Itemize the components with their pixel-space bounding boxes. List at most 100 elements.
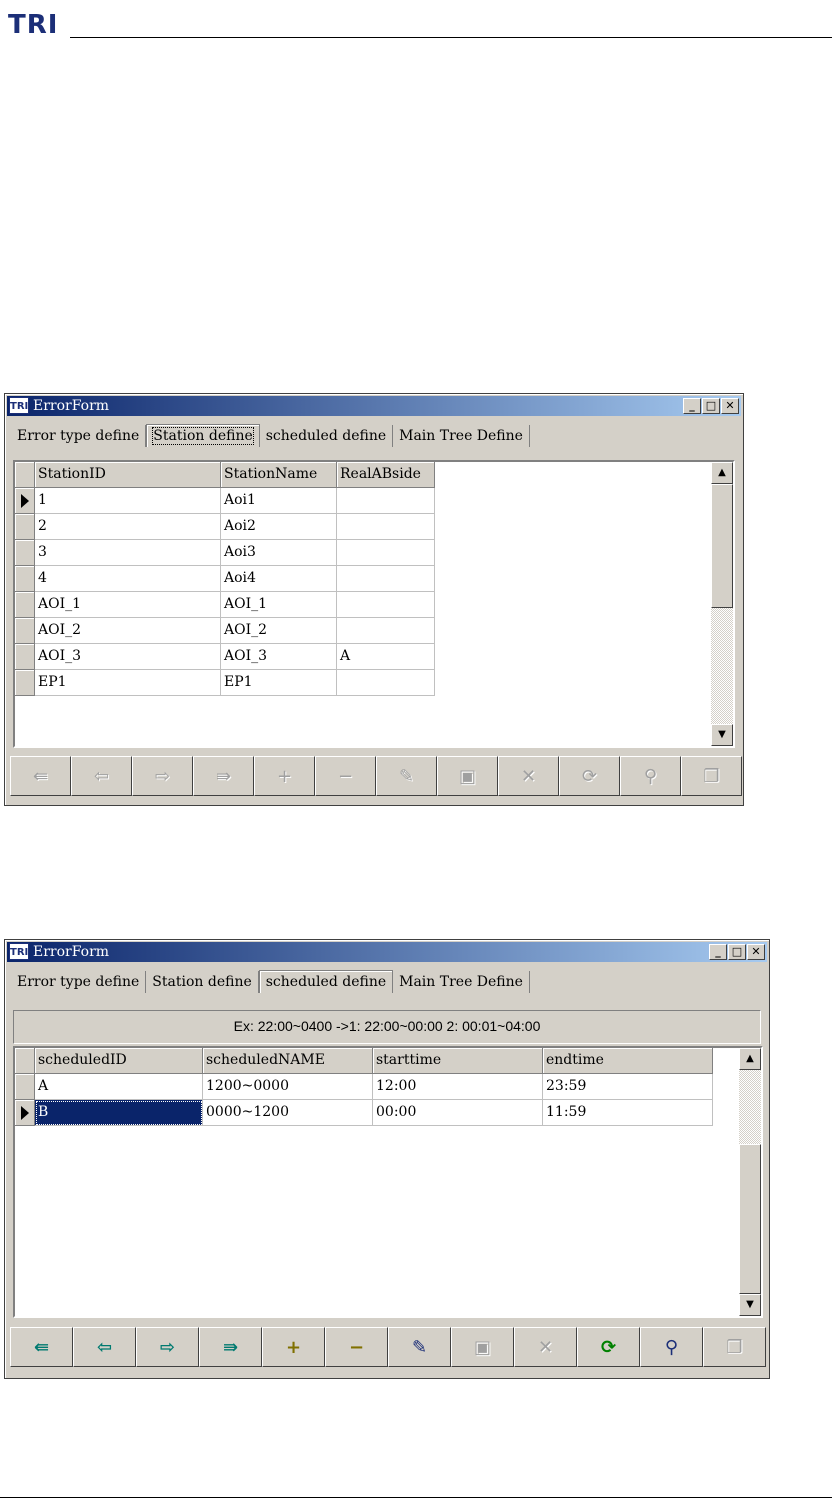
minimize-icon[interactable]: _ [709,944,727,960]
tab-station-define[interactable]: Station define [146,424,260,447]
next-button[interactable]: ⇨ [132,756,193,796]
table-cell[interactable]: EP1 [35,670,221,696]
column-header[interactable]: StationID [35,462,221,488]
scroll-thumb[interactable] [711,484,733,608]
table-cell[interactable]: 00:00 [373,1100,543,1126]
table-cell[interactable]: 2 [35,514,221,540]
table-row[interactable]: 4 Aoi4 [15,566,435,592]
tab-scheduled-define[interactable]: scheduled define [260,425,394,447]
table-cell[interactable] [337,566,435,592]
column-header[interactable]: endtime [543,1048,713,1074]
table-cell[interactable]: 23:59 [543,1074,713,1100]
maximize-icon[interactable]: □ [728,944,746,960]
tab-error-type-define[interactable]: Error type define [11,425,147,447]
table-row[interactable]: AOI_1 AOI_1 [15,592,435,618]
column-header[interactable]: RealABside [337,462,435,488]
prior-button[interactable]: ⇦ [71,756,132,796]
table-cell[interactable]: Aoi1 [221,488,337,514]
cancel-button[interactable]: ✕ [514,1327,577,1367]
tab-scheduled-define[interactable]: scheduled define [258,970,394,993]
insert-button[interactable]: + [262,1327,325,1367]
table-cell[interactable]: Aoi4 [221,566,337,592]
copy-button[interactable]: ❐ [681,756,742,796]
vertical-scrollbar[interactable]: ▲ ▼ [711,462,733,746]
scroll-down-icon[interactable]: ▼ [739,1294,761,1316]
table-cell[interactable]: A [337,644,435,670]
minimize-icon[interactable]: _ [683,398,701,414]
table-row[interactable]: AOI_2 AOI_2 [15,618,435,644]
table-row[interactable]: EP1 EP1 [15,670,435,696]
table-row[interactable]: B 0000~1200 00:00 11:59 [15,1100,713,1126]
insert-button[interactable]: + [254,756,315,796]
column-header[interactable]: StationName [221,462,337,488]
last-button[interactable]: ⇛ [199,1327,262,1367]
table-cell[interactable]: 12:00 [373,1074,543,1100]
title-bar[interactable]: TRI ErrorForm _ □ ✕ [7,942,767,962]
tab-main-tree-define[interactable]: Main Tree Define [393,425,530,447]
cancel-button[interactable]: ✕ [498,756,559,796]
last-button[interactable]: ⇛ [193,756,254,796]
edit-button[interactable]: ✎ [388,1327,451,1367]
table-cell[interactable]: A [35,1074,203,1100]
next-button[interactable]: ⇨ [136,1327,199,1367]
table-cell[interactable]: AOI_2 [35,618,221,644]
row-indicator[interactable] [15,618,35,644]
vertical-scrollbar[interactable]: ▲ ▼ [739,1048,761,1316]
row-indicator[interactable] [15,592,35,618]
table-cell[interactable]: AOI_2 [221,618,337,644]
app-icon[interactable]: TRI [9,397,29,414]
table-row[interactable]: A 1200~0000 12:00 23:59 [15,1074,713,1100]
scroll-up-icon[interactable]: ▲ [711,462,733,484]
station-grid[interactable]: StationID StationName RealABside 1 Aoi1 2 Aoi2… [13,460,735,748]
row-indicator[interactable] [15,670,35,696]
row-indicator[interactable] [15,1100,35,1126]
delete-button[interactable]: − [325,1327,388,1367]
maximize-icon[interactable]: □ [702,398,720,414]
find-button[interactable]: ⚲ [640,1327,703,1367]
column-header[interactable]: scheduledID [35,1048,203,1074]
table-cell[interactable] [337,514,435,540]
row-indicator[interactable] [15,540,35,566]
row-indicator[interactable] [15,566,35,592]
row-indicator[interactable] [15,514,35,540]
close-icon[interactable]: ✕ [747,944,765,960]
table-cell[interactable]: 4 [35,566,221,592]
tab-station-define[interactable]: Station define [146,971,259,993]
first-button[interactable]: ⇚ [10,1327,73,1367]
find-button[interactable]: ⚲ [620,756,681,796]
table-cell[interactable] [337,592,435,618]
table-cell[interactable] [337,488,435,514]
row-indicator[interactable] [15,644,35,670]
table-cell[interactable]: Aoi3 [221,540,337,566]
table-cell[interactable]: EP1 [221,670,337,696]
app-icon[interactable]: TRI [9,943,29,960]
table-cell[interactable] [337,540,435,566]
table-cell[interactable] [337,670,435,696]
row-indicator[interactable] [15,488,35,514]
table-cell[interactable]: B [35,1100,203,1126]
prior-button[interactable]: ⇦ [73,1327,136,1367]
post-button[interactable]: ▣ [437,756,498,796]
column-header[interactable]: scheduledNAME [203,1048,373,1074]
column-header[interactable]: starttime [373,1048,543,1074]
tab-main-tree-define[interactable]: Main Tree Define [393,971,530,993]
scheduled-grid[interactable]: scheduledID scheduledNAME starttime endtime… [13,1046,763,1318]
tab-error-type-define[interactable]: Error type define [11,971,147,993]
table-cell[interactable]: AOI_3 [35,644,221,670]
first-button[interactable]: ⇚ [10,756,71,796]
table-cell[interactable]: Aoi2 [221,514,337,540]
title-bar[interactable]: TRI ErrorForm _ □ ✕ [7,396,741,416]
close-icon[interactable]: ✕ [721,398,739,414]
table-cell[interactable]: 3 [35,540,221,566]
table-cell[interactable] [337,618,435,644]
delete-button[interactable]: − [315,756,376,796]
copy-button[interactable]: ❐ [703,1327,766,1367]
scroll-thumb[interactable] [739,1144,761,1294]
refresh-button[interactable]: ⟳ [559,756,620,796]
table-cell[interactable]: 11:59 [543,1100,713,1126]
table-row[interactable]: 3 Aoi3 [15,540,435,566]
table-cell[interactable]: AOI_1 [35,592,221,618]
scroll-down-icon[interactable]: ▼ [711,724,733,746]
table-cell[interactable]: 0000~1200 [203,1100,373,1126]
table-row[interactable]: 1 Aoi1 [15,488,435,514]
